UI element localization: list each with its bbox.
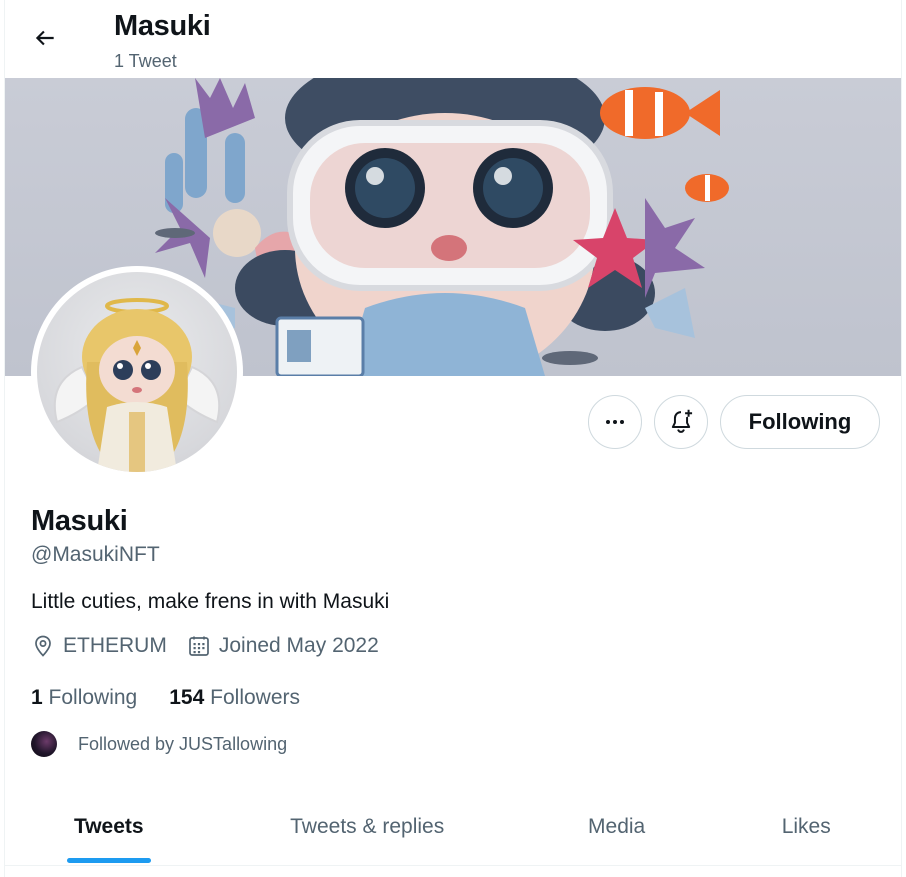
bell-plus-icon [671,409,693,433]
calendar-icon [188,636,209,656]
following-link[interactable]: 1 Following [31,686,137,710]
follow-stats: 1 Following 154 Followers [31,686,332,710]
followed-by[interactable]: Followed by JUSTallowing [31,731,287,757]
tab-media[interactable]: Media [522,788,712,865]
tab-tweets-replies-label: Tweets & replies [290,814,445,838]
profile-header: Masuki 1 Tweet [5,0,901,78]
tab-tweets-label: Tweets [73,814,144,838]
arrow-left-icon [35,30,54,46]
following-button[interactable]: Following [720,395,880,449]
following-count: 1 [31,686,43,709]
follower-avatar [31,731,57,757]
followers-label: Followers [210,686,300,709]
active-tab-indicator [66,858,151,863]
header-tweet-count: 1 Tweet [114,51,177,71]
tab-tweets[interactable]: Tweets [5,788,213,865]
profile-location: ETHERUM [31,634,167,658]
notify-button[interactable] [654,395,708,449]
avatar-image [37,272,237,472]
profile-tabs: Tweets Tweets & replies Media Likes [5,788,901,866]
profile-page: Masuki 1 Tweet Following Masuki @MasukiN… [4,0,902,877]
back-button[interactable] [27,20,63,56]
profile-handle: @MasukiNFT [31,543,160,566]
profile-avatar[interactable] [31,266,243,478]
profile-location-text: ETHERUM [63,634,167,657]
profile-meta: ETHERUM Joined May 2022 [31,634,399,658]
following-label: Following [48,686,138,709]
tab-likes-label: Likes [781,814,831,838]
tab-media-label: Media [588,814,646,838]
followers-link[interactable]: 154 Followers [169,686,300,710]
profile-joined-text: Joined May 2022 [218,634,379,657]
header-title: Masuki [114,10,211,42]
followers-count: 154 [169,686,205,709]
more-horizontal-icon [606,420,624,424]
profile-joined: Joined May 2022 [187,634,379,658]
profile-display-name: Masuki [31,505,128,537]
tab-likes[interactable]: Likes [711,788,901,865]
profile-bio: Little cuties, make frens in with Masuki [31,590,390,613]
location-pin-icon [35,635,51,657]
followed-by-text: Followed by JUSTallowing [78,733,288,754]
tab-tweets-replies[interactable]: Tweets & replies [213,788,522,865]
more-button[interactable] [588,395,642,449]
